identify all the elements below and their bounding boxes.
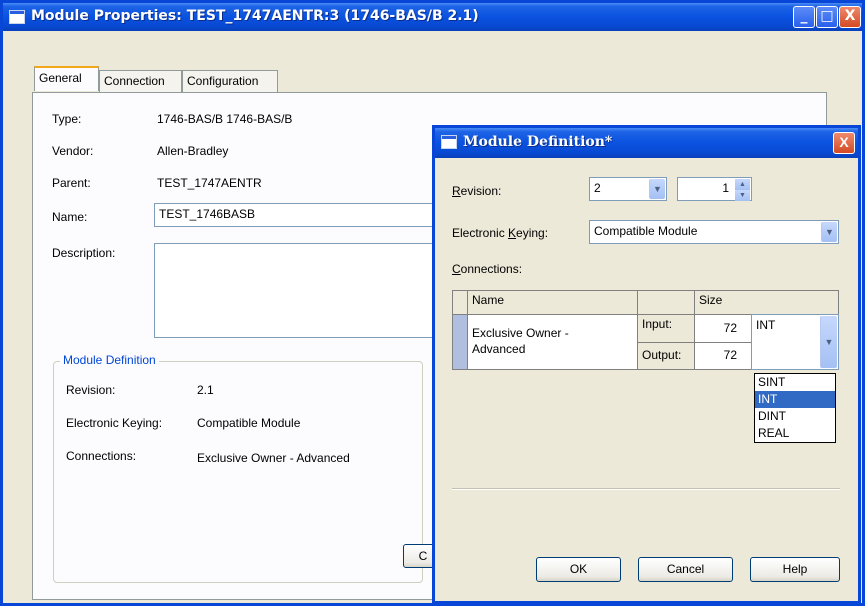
revision-label: Revision:	[452, 184, 502, 198]
window-icon	[9, 10, 25, 24]
data-type-option-int[interactable]: INT	[755, 391, 835, 408]
name-field[interactable]: TEST_1746BASB	[154, 203, 434, 227]
revision-major-value: 2	[594, 181, 601, 195]
grid-header-size: Size	[694, 290, 839, 315]
data-type-option-sint[interactable]: SINT	[755, 374, 835, 391]
parent-label: Parent:	[52, 176, 91, 190]
data-type-select[interactable]: INT ▼	[751, 314, 839, 370]
vendor-value: Allen-Bradley	[157, 144, 229, 158]
description-field[interactable]	[154, 243, 434, 338]
data-type-dropdown-list: SINT INT DINT REAL	[754, 373, 836, 443]
dialog-title-bar[interactable]: Module Definition* X	[435, 128, 858, 158]
cancel-button[interactable]: Cancel	[638, 557, 733, 582]
name-label: Name:	[52, 210, 88, 224]
keying-label: Electronic Keying:	[452, 226, 549, 240]
type-label: Type:	[52, 112, 82, 126]
grid-corner-cell	[452, 290, 468, 315]
description-label: Description:	[52, 246, 116, 260]
tab-configuration[interactable]: Configuration	[182, 70, 278, 92]
module-definition-legend: Module Definition	[60, 353, 159, 367]
data-type-value: INT	[756, 318, 776, 332]
main-title-bar[interactable]: Module Properties: TEST_1747AENTR:3 (174…	[3, 3, 862, 31]
close-button[interactable]: X	[839, 6, 861, 28]
grid-header-name: Name	[467, 290, 638, 315]
input-label-cell: Input:	[637, 314, 695, 343]
vendor-label: Vendor:	[52, 144, 94, 158]
connection-name-line2: Advanced	[472, 342, 526, 356]
data-type-option-real[interactable]: REAL	[755, 425, 835, 442]
connection-name-cell: Exclusive Owner - Advanced	[467, 314, 638, 370]
tab-connection[interactable]: Connection	[99, 70, 182, 92]
output-label-cell: Output:	[637, 342, 695, 370]
md-revision-value: 2.1	[197, 383, 214, 397]
output-size-field[interactable]: 72	[694, 342, 752, 370]
minimize-button[interactable]: _	[793, 6, 815, 28]
dialog-title: Module Definition*	[463, 134, 613, 150]
revision-minor-value: 1	[722, 181, 729, 195]
main-window-title: Module Properties: TEST_1747AENTR:3 (174…	[31, 8, 479, 24]
chevron-down-icon[interactable]: ▼	[821, 222, 837, 242]
md-keying-value: Compatible Module	[197, 416, 301, 430]
md-connections-value: Exclusive Owner - Advanced	[197, 451, 350, 465]
grid-header-blank	[637, 290, 695, 315]
md-revision-label: Revision:	[66, 383, 116, 397]
keying-value: Compatible Module	[594, 224, 698, 238]
revision-minor-spinner[interactable]: 1 ▲ ▼	[677, 177, 752, 201]
dialog-window-icon	[441, 135, 457, 149]
parent-value: TEST_1747AENTR	[157, 176, 262, 190]
md-connections-label: Connections:	[66, 449, 137, 463]
input-size-field[interactable]: 72	[694, 314, 752, 343]
dialog-close-button[interactable]: X	[833, 132, 855, 154]
dialog-separator	[452, 488, 840, 490]
spin-down-icon[interactable]: ▼	[735, 190, 750, 201]
spin-up-icon[interactable]: ▲	[735, 179, 750, 190]
chevron-down-icon[interactable]: ▼	[649, 179, 665, 199]
maximize-button[interactable]: □	[816, 6, 838, 28]
tab-general[interactable]: General	[34, 66, 99, 91]
grid-row-selector[interactable]	[452, 314, 468, 370]
help-button[interactable]: Help	[750, 557, 840, 582]
connection-name-line1: Exclusive Owner -	[472, 326, 569, 340]
chevron-down-icon[interactable]: ▼	[820, 316, 837, 368]
connections-label: Connections:	[452, 262, 523, 276]
md-keying-label: Electronic Keying:	[66, 416, 163, 430]
revision-major-select[interactable]: 2 ▼	[589, 177, 667, 201]
keying-select[interactable]: Compatible Module ▼	[589, 220, 839, 244]
type-value: 1746-BAS/B 1746-BAS/B	[157, 112, 293, 126]
ok-button[interactable]: OK	[536, 557, 621, 582]
data-type-option-dint[interactable]: DINT	[755, 408, 835, 425]
